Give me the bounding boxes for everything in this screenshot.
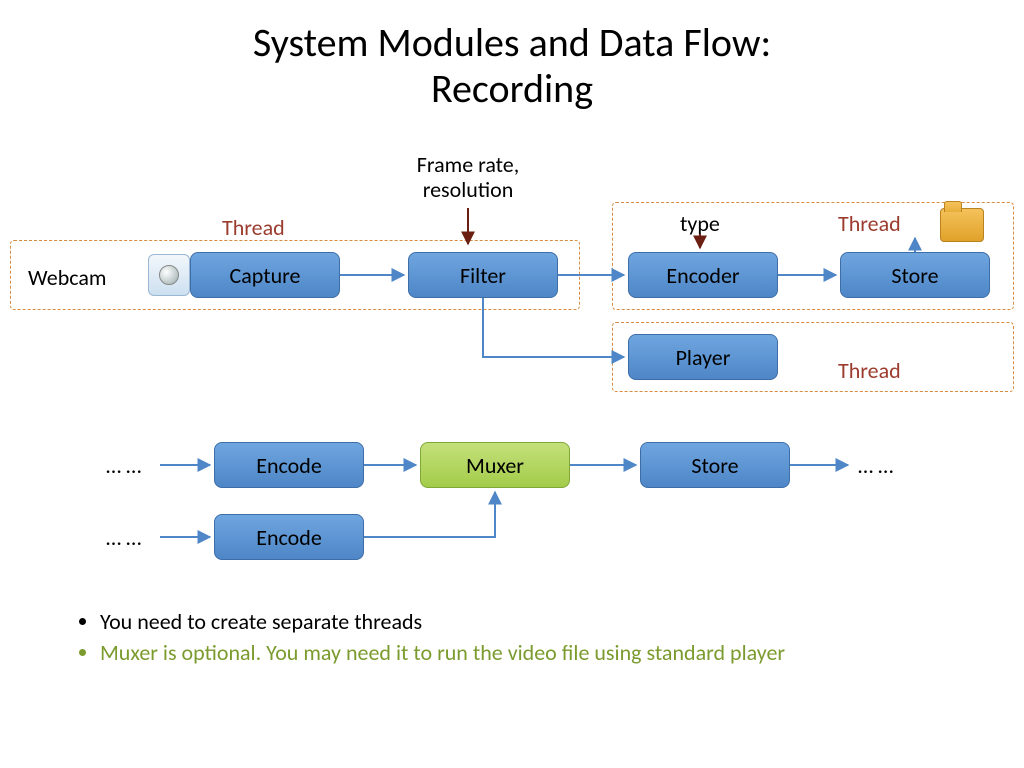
encode-box-2: Encode: [214, 514, 364, 560]
webcam-label: Webcam: [28, 264, 107, 291]
store-box: Store: [840, 252, 990, 298]
diagram-canvas: Thread Thread Thread Frame rate, resolut…: [0, 122, 1024, 732]
slide-title: System Modules and Data Flow: Recording: [0, 0, 1024, 122]
type-label: type: [680, 210, 720, 237]
thread-label-left: Thread: [222, 214, 285, 241]
capture-box: Capture: [190, 252, 340, 298]
folder-icon: [940, 208, 984, 242]
title-line1: System Modules and Data Flow:: [253, 18, 771, 67]
framerate-label: Frame rate, resolution: [398, 152, 538, 203]
webcam-icon: [148, 254, 190, 296]
ellipsis-3: … …: [858, 452, 893, 479]
ellipsis-1: … …: [106, 452, 141, 479]
encoder-box: Encoder: [628, 252, 778, 298]
title-line2: Recording: [431, 64, 593, 113]
player-box: Player: [628, 334, 778, 380]
thread-label-right: Thread: [838, 210, 901, 237]
bullet-list: You need to create separate threads Muxe…: [60, 604, 785, 670]
muxer-box: Muxer: [420, 442, 570, 488]
bullet-1: You need to create separate threads: [100, 608, 785, 635]
bullet-2: Muxer is optional. You may need it to ru…: [100, 639, 785, 666]
ellipsis-2: … …: [106, 524, 141, 551]
encode-box-1: Encode: [214, 442, 364, 488]
store-box-2: Store: [640, 442, 790, 488]
filter-box: Filter: [408, 252, 558, 298]
thread-label-player: Thread: [838, 357, 901, 384]
